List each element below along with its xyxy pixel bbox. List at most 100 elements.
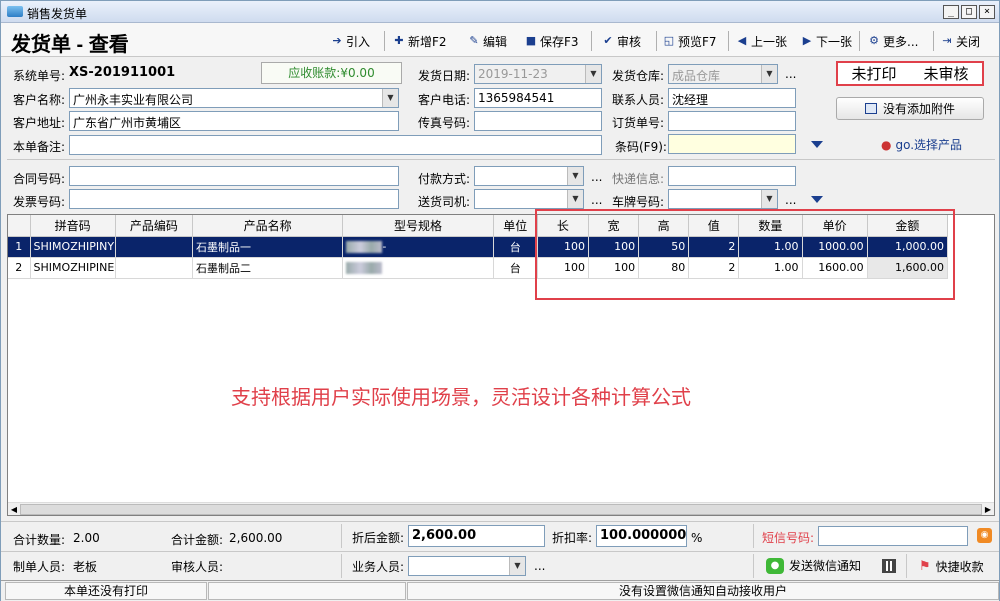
qr-code-icon[interactable] bbox=[882, 559, 896, 573]
order-no-label: 订货单号: bbox=[612, 116, 665, 130]
expand-triangle-icon[interactable] bbox=[811, 141, 823, 148]
send-wechat-button[interactable]: ● 发送微信通知 bbox=[766, 557, 861, 574]
dropdown-arrow-icon[interactable]: ▼ bbox=[509, 557, 525, 575]
rss-icon[interactable]: ◉ bbox=[977, 528, 992, 543]
warehouse-select[interactable]: 成品仓库 ▼ bbox=[668, 64, 778, 84]
remark-field[interactable] bbox=[69, 135, 602, 155]
right-arrow-icon: ▶ bbox=[802, 34, 812, 47]
customer-label: 客户名称: bbox=[13, 93, 66, 107]
print-status: 未打印 bbox=[851, 65, 897, 83]
contract-field[interactable] bbox=[69, 166, 399, 186]
driver-more-button[interactable]: ... bbox=[591, 193, 602, 207]
prev-button[interactable]: ◀ 上一张 bbox=[736, 31, 787, 51]
dropdown-arrow-icon[interactable]: ▼ bbox=[567, 167, 583, 185]
products-icon: ● bbox=[881, 137, 892, 152]
warehouse-more-button[interactable]: ... bbox=[785, 67, 796, 81]
payment-more-button[interactable]: ... bbox=[591, 170, 602, 184]
flag-icon: ⚑ bbox=[919, 559, 931, 574]
promo-caption: 支持根据用户实际使用场景，灵活设计各种计算公式 bbox=[231, 385, 691, 409]
col-header-code[interactable]: 产品编码 bbox=[115, 215, 193, 237]
scroll-thumb[interactable] bbox=[20, 504, 982, 515]
col-header-name[interactable]: 产品名称 bbox=[192, 215, 344, 237]
customer-select[interactable]: 广州永丰实业有限公司 ▼ bbox=[69, 88, 399, 108]
title-bar: 销售发货单 _ □ × bbox=[1, 1, 999, 23]
import-arrow-icon: ➔ bbox=[332, 34, 342, 47]
order-no-field[interactable] bbox=[668, 111, 796, 131]
address-field[interactable]: 广东省广州市黄埔区 bbox=[69, 111, 399, 131]
barcode-label: 条码(F9): bbox=[615, 140, 667, 154]
invoice-field[interactable] bbox=[69, 189, 399, 209]
exit-icon: ⇥ bbox=[942, 34, 952, 47]
sys-no-value: XS-201911001 bbox=[69, 65, 176, 80]
driver-select[interactable]: ▼ bbox=[474, 189, 584, 209]
dropdown-arrow-icon[interactable]: ▼ bbox=[567, 190, 583, 208]
status-bar: 本单还没有打印 没有设置微信通知自动接收用户 bbox=[1, 580, 999, 601]
footer-divider bbox=[906, 554, 907, 578]
express-field[interactable] bbox=[668, 166, 796, 186]
driver-label: 送货司机: bbox=[418, 195, 471, 209]
minimize-button[interactable]: _ bbox=[943, 5, 959, 19]
toolbar-divider bbox=[859, 31, 860, 51]
preview-button[interactable]: ◱ 预览F7 bbox=[663, 31, 717, 51]
preview-icon: ◱ bbox=[663, 34, 675, 47]
col-header-spec[interactable]: 型号规格 bbox=[342, 215, 494, 237]
quick-receive-button[interactable]: ⚑ 快捷收款 bbox=[919, 558, 984, 575]
barcode-field[interactable] bbox=[668, 134, 796, 154]
attachment-button[interactable]: 没有添加附件 bbox=[836, 97, 984, 120]
plate-label: 车牌号码: bbox=[612, 195, 665, 209]
save-button[interactable]: ■ 保存F3 bbox=[525, 31, 579, 51]
footer-divider bbox=[341, 524, 342, 548]
import-button[interactable]: ➔ 引入 bbox=[331, 31, 370, 51]
phone-field[interactable]: 1365984541 bbox=[474, 88, 602, 108]
footer-divider bbox=[753, 554, 754, 578]
scroll-right-icon[interactable]: ▶ bbox=[982, 503, 994, 516]
app-icon bbox=[7, 6, 23, 17]
total-qty-label: 合计数量: bbox=[13, 533, 66, 547]
sms-label: 短信号码: bbox=[762, 531, 815, 545]
scroll-left-icon[interactable]: ◀ bbox=[8, 503, 20, 516]
contact-field[interactable]: 沈经理 bbox=[668, 88, 796, 108]
edit-button[interactable]: ✎ 编辑 bbox=[468, 31, 507, 51]
dropdown-arrow-icon[interactable]: ▼ bbox=[761, 65, 777, 83]
dropdown-arrow-icon[interactable]: ▼ bbox=[382, 89, 398, 107]
doc-status-box: 未打印 未审核 bbox=[836, 61, 984, 86]
redacted-spec bbox=[346, 241, 383, 253]
check-icon: ✔ bbox=[603, 34, 613, 47]
save-icon: ■ bbox=[525, 34, 537, 47]
payment-select[interactable]: ▼ bbox=[474, 166, 584, 186]
dropdown-arrow-icon[interactable]: ▼ bbox=[761, 190, 777, 208]
express-label: 快递信息: bbox=[612, 172, 665, 186]
col-header-pinyin[interactable]: 拼音码 bbox=[30, 215, 116, 237]
close-window-button[interactable]: × bbox=[979, 5, 995, 19]
contract-label: 合同号码: bbox=[13, 172, 66, 186]
expand-triangle-icon[interactable] bbox=[811, 196, 823, 203]
after-disc-field[interactable]: 2,600.00 bbox=[408, 525, 545, 547]
dropdown-arrow-icon[interactable]: ▼ bbox=[585, 65, 601, 83]
fax-field[interactable] bbox=[474, 111, 602, 131]
horizontal-scrollbar[interactable]: ◀ ▶ bbox=[8, 502, 994, 515]
toolbar-divider bbox=[384, 31, 385, 51]
toolbar-divider bbox=[728, 31, 729, 51]
window-title: 销售发货单 bbox=[27, 7, 88, 21]
maximize-button[interactable]: □ bbox=[961, 5, 977, 19]
select-product-link[interactable]: ● go.选择产品 bbox=[881, 136, 962, 153]
total-amt-label: 合计金额: bbox=[171, 533, 224, 547]
more-icon: ⚙ bbox=[869, 34, 879, 47]
more-button[interactable]: ⚙ 更多... bbox=[868, 31, 918, 51]
sales-more-button[interactable]: ... bbox=[534, 559, 545, 573]
disc-rate-field[interactable]: 100.000000 bbox=[596, 525, 687, 547]
close-button[interactable]: ⇥ 关闭 bbox=[941, 31, 980, 51]
new-button[interactable]: ✚ 新增F2 bbox=[393, 31, 446, 51]
plate-select[interactable]: ▼ bbox=[668, 189, 778, 209]
personnel-bar: 制单人员: 老板 审核人员: 业务人员: ▼ ... ● 发送微信通知 ⚑ 快捷… bbox=[1, 551, 999, 579]
address-label: 客户地址: bbox=[13, 116, 66, 130]
col-header-unit[interactable]: 单位 bbox=[493, 215, 538, 237]
sys-no-label: 系统单号: bbox=[13, 69, 66, 83]
audit-button[interactable]: ✔ 审核 bbox=[602, 31, 641, 51]
sales-select[interactable]: ▼ bbox=[408, 556, 526, 576]
fax-label: 传真号码: bbox=[418, 116, 471, 130]
plate-more-button[interactable]: ... bbox=[785, 193, 796, 207]
next-button[interactable]: ▶ 下一张 bbox=[801, 31, 852, 51]
ship-date-field[interactable]: 2019-11-23 ▼ bbox=[474, 64, 602, 84]
sms-field[interactable] bbox=[818, 526, 968, 546]
